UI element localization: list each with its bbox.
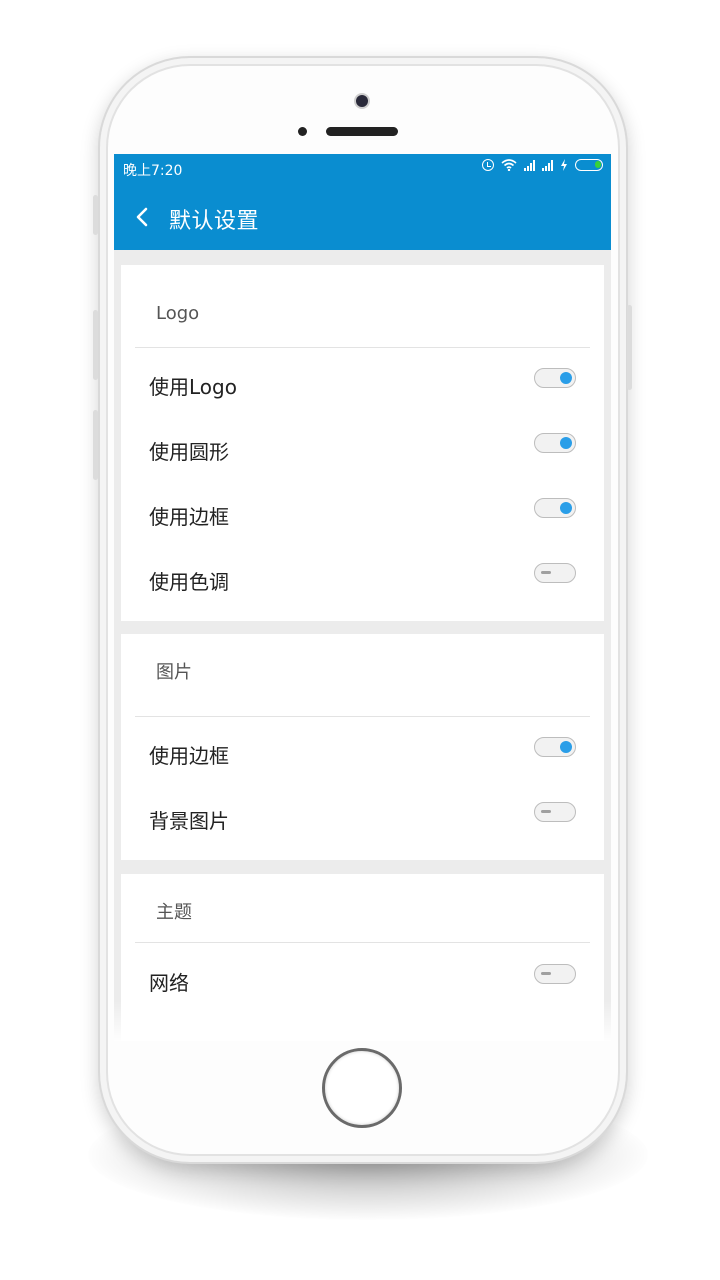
mute-switch: [93, 195, 98, 235]
front-camera: [356, 95, 368, 107]
power-button: [627, 305, 632, 390]
status-bar: 晚上7:20: [114, 154, 611, 184]
toggle-knob: [560, 502, 572, 514]
setting-label: 网络: [149, 971, 189, 995]
toggle-knob: [560, 741, 572, 753]
toggle-switch[interactable]: [534, 498, 576, 518]
phone-screen: 晚上7:20 默认设置 Logo 使用Logo 使用圆形 使用边框 使用色调 图…: [114, 154, 611, 1041]
back-arrow-icon[interactable]: [132, 206, 154, 228]
volume-down-button: [93, 410, 98, 480]
alarm-icon: [482, 159, 494, 171]
toggle-switch[interactable]: [534, 368, 576, 388]
setting-label: 使用色调: [149, 570, 229, 594]
section-header: 主题: [135, 874, 590, 943]
home-button[interactable]: [322, 1048, 402, 1128]
toggle-knob: [541, 972, 551, 975]
earpiece-speaker: [326, 127, 398, 136]
setting-label: 使用Logo: [149, 375, 237, 399]
setting-label: 背景图片: [149, 809, 229, 833]
setting-row-use-circle[interactable]: 使用圆形: [121, 418, 604, 483]
status-time: 晚上7:20: [123, 163, 183, 179]
status-icons: [482, 159, 603, 171]
toggle-switch[interactable]: [534, 563, 576, 583]
toggle-switch[interactable]: [534, 802, 576, 822]
charging-icon: [561, 159, 567, 171]
proximity-sensor: [298, 127, 307, 136]
scroll-fade: [114, 1001, 611, 1041]
volume-up-button: [93, 310, 98, 380]
wifi-icon: [501, 159, 517, 171]
section-title: 图片: [156, 662, 192, 683]
setting-row-use-logo[interactable]: 使用Logo: [121, 353, 604, 418]
toggle-knob: [541, 810, 551, 813]
toggle-knob: [560, 372, 572, 384]
section-title: Logo: [156, 303, 200, 324]
section-header: Logo: [135, 265, 590, 348]
setting-label: 使用边框: [149, 744, 229, 768]
setting-row-use-border[interactable]: 使用边框: [121, 483, 604, 548]
settings-section-image: 图片 使用边框 背景图片: [121, 634, 604, 860]
toggle-knob: [560, 437, 572, 449]
toggle-knob: [541, 571, 551, 574]
toggle-switch[interactable]: [534, 433, 576, 453]
setting-row-image-border[interactable]: 使用边框: [121, 722, 604, 787]
setting-row-background-image[interactable]: 背景图片: [121, 787, 604, 852]
toggle-switch[interactable]: [534, 964, 576, 984]
app-bar: 默认设置: [114, 184, 611, 250]
page-title: 默认设置: [169, 209, 260, 234]
setting-label: 使用圆形: [149, 440, 229, 464]
setting-row-use-tint[interactable]: 使用色调: [121, 548, 604, 613]
signal-icon: [542, 159, 553, 171]
section-title: 主题: [156, 902, 192, 923]
battery-level: [595, 161, 601, 168]
battery-icon: [575, 159, 603, 171]
settings-list[interactable]: Logo 使用Logo 使用圆形 使用边框 使用色调 图片 使用边框 背景图片 …: [114, 250, 611, 1041]
settings-section-logo: Logo 使用Logo 使用圆形 使用边框 使用色调: [121, 265, 604, 621]
signal-icon: [524, 159, 535, 171]
section-header: 图片: [135, 634, 590, 717]
setting-label: 使用边框: [149, 505, 229, 529]
toggle-switch[interactable]: [534, 737, 576, 757]
